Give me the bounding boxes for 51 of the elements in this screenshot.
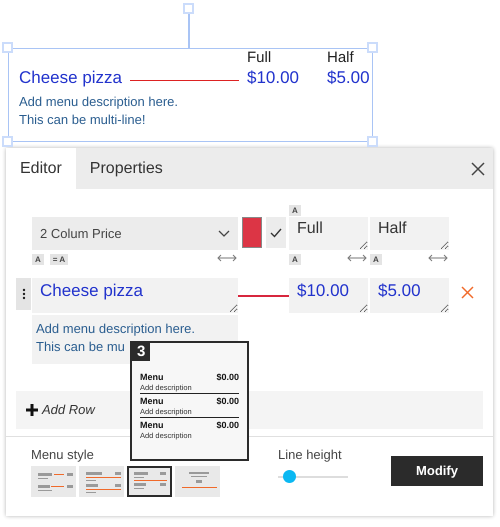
- item-name-field[interactable]: Cheese pizza: [32, 278, 238, 313]
- resize-handle[interactable]: [367, 136, 378, 147]
- tab[interactable]: Editor: [6, 148, 76, 189]
- column-header-field[interactable]: Half: [370, 217, 449, 250]
- delete-icon[interactable]: [460, 286, 474, 299]
- leader-line: [238, 294, 289, 296]
- section-label: Menu style: [31, 447, 95, 463]
- rotate-handle[interactable]: [183, 3, 194, 14]
- slider-thumb[interactable]: [282, 470, 296, 483]
- width-arrows-icon[interactable]: [216, 254, 238, 262]
- color-swatch[interactable]: [242, 217, 262, 248]
- check-icon: [270, 228, 282, 238]
- price-field[interactable]: $5.00: [370, 278, 449, 313]
- item-description: Add menu description here. This can be multi-line!: [19, 93, 179, 129]
- modify-button[interactable]: Modify: [391, 456, 483, 486]
- menu-name: Menu: [140, 396, 164, 407]
- section-label: Line height: [278, 447, 343, 463]
- template-dropdown[interactable]: 2 Colum Price: [32, 217, 238, 250]
- column-header-field[interactable]: Full: [289, 217, 368, 250]
- drag-handle[interactable]: [16, 278, 31, 310]
- format-badge[interactable]: = A: [50, 254, 68, 265]
- item-name: Cheese pizza: [19, 67, 122, 89]
- width-arrows-icon[interactable]: [427, 254, 449, 262]
- column-header: Half: [327, 49, 355, 67]
- item-price: $10.00: [247, 67, 300, 89]
- number-badge: 3: [132, 343, 150, 361]
- resize-handle[interactable]: [2, 136, 13, 147]
- format-badge[interactable]: A: [32, 254, 44, 265]
- menu-style-option[interactable]: [127, 466, 172, 497]
- chevron-down-icon: [218, 230, 230, 238]
- menu-name: Menu: [140, 420, 164, 431]
- selection-frame[interactable]: Full Half Cheese pizza $10.00 $5.00 Add menu description here. This can be multi-line!: [8, 48, 373, 142]
- plus-icon: [26, 404, 38, 416]
- format-badge[interactable]: A: [370, 254, 382, 265]
- resize-handle[interactable]: [367, 42, 378, 53]
- confirm-button[interactable]: [266, 217, 286, 248]
- line-height-slider[interactable]: [278, 470, 348, 483]
- resize-handle[interactable]: [2, 42, 13, 53]
- item-price: $5.00: [327, 67, 371, 89]
- column-header: Full: [247, 49, 272, 67]
- price-field[interactable]: $10.00: [289, 278, 368, 313]
- close-icon[interactable]: [471, 162, 485, 176]
- menu-name: Menu: [140, 372, 164, 383]
- format-badge[interactable]: A: [289, 254, 301, 265]
- menu-price: $0.00: [216, 396, 239, 407]
- width-arrows-icon[interactable]: [346, 254, 368, 262]
- drag-dots-icon: [22, 288, 26, 300]
- menu-price: $0.00: [216, 372, 239, 383]
- rotate-line: [188, 13, 190, 48]
- menu-price: $0.00: [216, 420, 239, 431]
- format-badge[interactable]: A: [289, 205, 301, 216]
